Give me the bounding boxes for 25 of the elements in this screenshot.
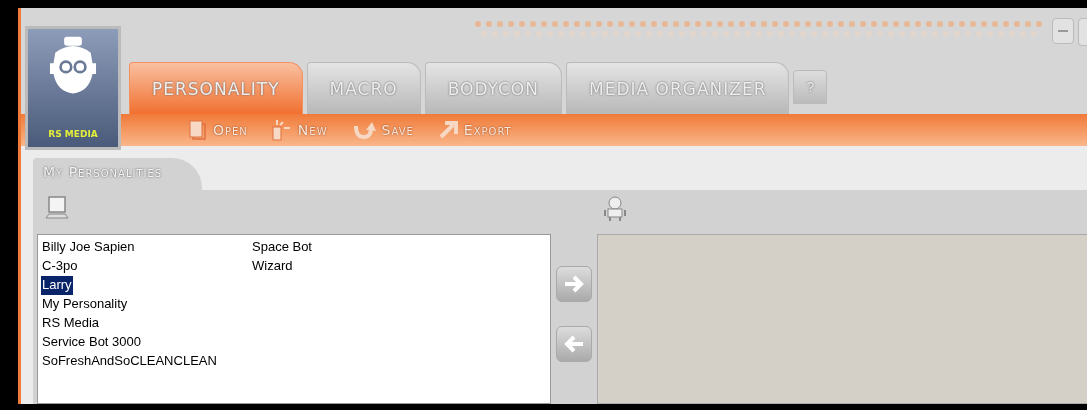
right-arrow-icon [563,275,585,293]
list-item[interactable]: Larry [41,276,73,295]
move-left-button[interactable] [556,326,592,362]
list-item[interactable]: Billy Joe Sapien [41,238,136,257]
list-item[interactable]: SoFreshAndSoCLEANCLEAN [41,352,218,371]
list-item[interactable]: RS Media [41,314,101,333]
list-item[interactable]: C-3po [41,257,79,276]
section-tab[interactable]: My Personalities [33,158,203,190]
minimize-button[interactable] [1052,18,1074,44]
new-document-icon [271,119,292,141]
diagonal-arrow-icon [437,120,458,140]
minimize-icon [1058,30,1068,32]
window-button[interactable] [1078,18,1087,46]
left-arrow-icon [563,335,585,353]
curved-arrow-icon [351,120,376,140]
robot-icon [604,196,626,222]
move-right-button[interactable] [556,266,592,302]
list-item[interactable]: Service Bot 3000 [41,333,142,352]
list-item[interactable]: My Personality [41,295,129,314]
list-item[interactable]: Wizard [251,257,294,276]
logo-text: RS MEDIA [48,129,98,139]
help-button[interactable]: ? [793,70,828,104]
list-item[interactable]: Space Bot [251,238,313,257]
computer-icon [45,196,69,220]
document-icon [189,120,207,140]
